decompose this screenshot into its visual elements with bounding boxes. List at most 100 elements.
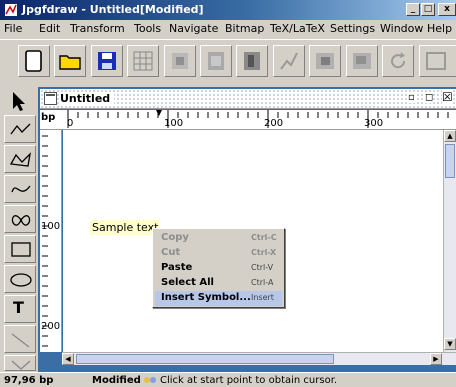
menu-item-insert-symbol[interactable]: Insert Symbol... Insert	[155, 291, 282, 306]
menu-window[interactable]: Window	[380, 22, 423, 35]
more-button[interactable]	[419, 45, 456, 77]
status-bar: 97,96 bp Modified Click at start point t…	[0, 372, 456, 387]
layers-icon	[208, 52, 224, 70]
document-titlebar[interactable]: Untitled ▫ ◻ ☒	[40, 89, 456, 109]
horizontal-scrollbar[interactable]: ◀ ▶	[62, 352, 456, 365]
open-folder-icon	[59, 55, 81, 70]
sample-text-object[interactable]: Sample text	[90, 220, 161, 235]
more-icon	[426, 52, 446, 70]
menu-help[interactable]: Help	[427, 22, 452, 35]
close-icon[interactable]: ☒	[442, 90, 453, 104]
menu-item-copy[interactable]: Copy Ctrl-C	[155, 231, 282, 246]
menu-item-label: Cut	[161, 247, 181, 258]
math-text-tool[interactable]	[4, 325, 36, 353]
horizontal-ruler: bp 0 100 200 300	[40, 110, 456, 130]
ruler-label-100: 100	[164, 118, 184, 129]
app-icon	[5, 4, 17, 16]
menu-item-shortcut: Insert	[251, 293, 274, 302]
ellipse-tool[interactable]	[4, 265, 36, 293]
new-document-button[interactable]	[18, 45, 50, 77]
minimize-button[interactable]: _	[406, 3, 420, 16]
text-frame-button[interactable]	[236, 45, 268, 77]
window-title: Jpgfdraw - Untitled[Modified]	[22, 3, 204, 16]
menu-item-label: Copy	[161, 232, 189, 243]
menu-transform[interactable]: Transform	[70, 22, 125, 35]
close-button[interactable]: x	[438, 3, 456, 16]
menu-item-shortcut: Ctrl-A	[251, 278, 274, 287]
maximize-icon[interactable]: ◻	[425, 92, 434, 103]
menu-item-shortcut: Ctrl-C	[251, 233, 277, 242]
curve-icon	[280, 52, 298, 70]
closed-curve-tool[interactable]	[4, 205, 36, 233]
vertical-scroll-thumb[interactable]	[445, 144, 455, 178]
document-icon	[44, 92, 57, 105]
closed-line-icon	[10, 152, 31, 167]
vertical-scrollbar[interactable]: ▲ ▼	[443, 130, 456, 352]
ruler-label-300: 300	[364, 118, 384, 129]
open-line-tool[interactable]	[4, 115, 36, 143]
menu-item-label: Paste	[161, 262, 193, 273]
curve-button[interactable]	[273, 45, 305, 77]
text-tool[interactable]: T	[4, 295, 36, 323]
open-curve-tool[interactable]	[4, 175, 36, 203]
math-text-icon	[11, 333, 30, 348]
scroll-down-arrow-icon[interactable]: ▼	[444, 338, 456, 350]
closed-curve-icon	[11, 215, 31, 226]
menu-item-paste[interactable]: Paste Ctrl-V	[155, 261, 282, 276]
edit-path-icon	[172, 53, 188, 69]
scroll-left-arrow-icon[interactable]: ◀	[62, 353, 74, 365]
grid-icon	[133, 51, 153, 71]
menu-item-label: Select All	[161, 277, 214, 288]
move-back-button[interactable]	[346, 45, 378, 77]
status-message: Click at start point to obtain cursor.	[160, 375, 338, 386]
closed-line-tool[interactable]	[4, 145, 36, 173]
maximize-button[interactable]: □	[421, 3, 435, 16]
menu-settings[interactable]: Settings	[330, 22, 375, 35]
menu-edit[interactable]: Edit	[39, 22, 60, 35]
menu-item-select-all[interactable]: Select All Ctrl-A	[155, 276, 282, 291]
scroll-right-arrow-icon[interactable]: ▶	[430, 353, 442, 365]
ruler-label-200: 200	[264, 118, 284, 129]
cursor-marker-icon	[156, 110, 162, 116]
menu-tools[interactable]: Tools	[134, 22, 161, 35]
text-frame-icon	[244, 52, 260, 70]
palette-more-tool[interactable]	[4, 355, 36, 371]
cursor-position: 97,96 bp	[4, 375, 54, 386]
toolbar	[0, 39, 456, 83]
menu-item-shortcut: Ctrl-V	[251, 263, 274, 272]
menu-item-label: Insert Symbol...	[161, 292, 251, 303]
ruler-ticks	[67, 110, 449, 128]
ruler-ticks	[42, 135, 48, 347]
rotate-button[interactable]	[382, 45, 414, 77]
title-bar[interactable]: Jpgfdraw - Untitled[Modified] _ □ x	[0, 0, 456, 20]
document-title: Untitled	[60, 92, 115, 105]
iconify-icon[interactable]: ▫	[408, 92, 415, 103]
chevron-down-icon	[11, 360, 31, 370]
context-menu: Copy Ctrl-C Cut Ctrl-X Paste Ctrl-V Sele…	[152, 228, 285, 308]
select-arrow-icon	[13, 92, 25, 111]
menu-item-cut[interactable]: Cut Ctrl-X	[155, 246, 282, 261]
select-tool[interactable]	[4, 87, 36, 115]
edit-path-button[interactable]	[164, 45, 196, 77]
open-curve-icon	[11, 185, 31, 193]
ruler-unit: bp	[41, 112, 56, 123]
scroll-up-arrow-icon[interactable]: ▲	[444, 130, 456, 142]
menu-bar: File Edit Transform Tools Navigate Bitma…	[0, 20, 456, 38]
vertical-ruler: 100 200	[40, 130, 62, 352]
move-front-icon	[316, 53, 334, 69]
grid-button[interactable]	[127, 45, 159, 77]
horizontal-scroll-thumb[interactable]	[76, 354, 334, 364]
rectangle-tool[interactable]	[4, 235, 36, 263]
menu-tex-latex[interactable]: TeX/LaTeX	[270, 22, 325, 35]
menu-file[interactable]: File	[4, 22, 22, 35]
open-button[interactable]	[54, 45, 86, 77]
menu-navigate[interactable]: Navigate	[169, 22, 218, 35]
status-info-icon	[144, 377, 156, 383]
new-document-icon	[25, 50, 42, 72]
ellipse-icon	[10, 273, 32, 287]
menu-bitmap[interactable]: Bitmap	[225, 22, 264, 35]
save-button[interactable]	[91, 45, 123, 77]
move-front-button[interactable]	[309, 45, 341, 77]
layers-button[interactable]	[200, 45, 232, 77]
rotate-icon	[391, 52, 406, 69]
